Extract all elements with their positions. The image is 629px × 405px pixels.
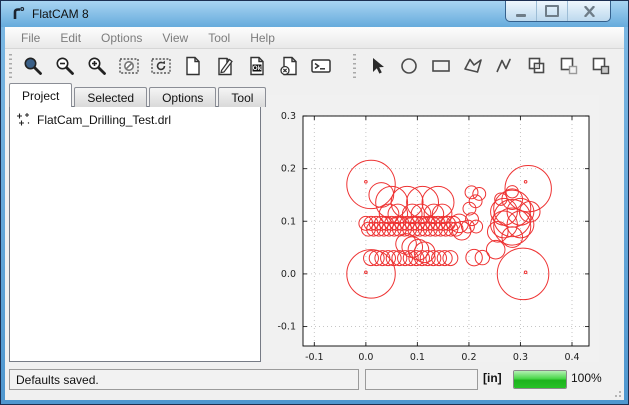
polygon-intersect-button[interactable] [587,53,614,80]
svg-text:0.1: 0.1 [410,352,425,362]
rectangle-shape-icon [430,55,452,77]
toolbar2-drag-handle[interactable] [353,54,356,78]
zoom-fit-icon [22,55,44,77]
draw-rectangle-button[interactable] [427,53,454,80]
progress-fill [514,371,566,388]
draw-circle-button[interactable] [395,53,422,80]
maximize-button[interactable] [537,1,568,21]
replot-button[interactable] [147,53,174,80]
svg-text:0.3: 0.3 [281,111,296,122]
svg-text:0.3: 0.3 [513,352,528,362]
svg-text:-0.1: -0.1 [277,322,296,333]
select-tool-button[interactable] [363,53,390,80]
terminal-icon [310,55,332,77]
svg-text:Ok: Ok [252,65,261,72]
titlebar[interactable]: FlatCAM 8 [1,1,628,27]
progress-percent: 100% [571,371,602,385]
delete-object-button[interactable] [275,53,302,80]
maximize-icon [545,5,559,17]
ok-file-icon: Ok [246,55,268,77]
menu-view[interactable]: View [152,27,198,48]
client-area: File Edit Options View Tool Help [5,27,624,400]
window-controls [505,1,611,22]
zoom-fit-button[interactable] [19,53,46,80]
polygon-subtract-button[interactable] [555,53,582,80]
close-icon [584,6,595,17]
open-project-button[interactable] [211,53,238,80]
plot-canvas[interactable]: -0.1 0.0 0.1 0.2 0.3 0.4 -0.1 0.0 0.1 0.2 0.3 [263,95,599,367]
edit-file-icon [214,55,236,77]
menu-file[interactable]: File [11,27,50,48]
save-defaults-button[interactable]: Ok [243,53,270,80]
svg-text:0.1: 0.1 [281,216,296,227]
subtract-squares-icon [558,55,580,77]
close-button[interactable] [568,1,610,21]
left-panel-tabs: Project Selected Options Tool [9,83,268,107]
toolbar: Ok [5,49,624,83]
zoom-out-icon [54,55,76,77]
svg-text:-0.1: -0.1 [305,352,324,362]
tree-item-label: FlatCam_Drilling_Test.drl [37,113,171,127]
delete-file-icon [278,55,300,77]
new-file-icon [182,55,204,77]
svg-text:0.2: 0.2 [461,352,476,362]
drill-object-icon [16,112,31,127]
plot-figure: -0.1 0.0 0.1 0.2 0.3 0.4 -0.1 0.0 0.1 0.2 0.3 [263,95,599,362]
menu-options[interactable]: Options [91,27,152,48]
svg-text:0.0: 0.0 [358,352,373,362]
window-title: FlatCAM 8 [32,7,89,21]
cursor-arrow-icon [366,55,388,77]
minimize-button[interactable] [506,1,537,21]
flatcam-window: FlatCAM 8 File Edit Options View Tool He… [0,0,629,405]
polygon-shape-icon [462,55,484,77]
status-secondary-panel [365,369,478,390]
tab-selected[interactable]: Selected [74,87,147,107]
units-label: [in] [483,371,502,385]
statusbar: Defaults saved. [in] 100% [5,364,624,400]
flatcam-logo-icon [10,6,26,22]
svg-text:0.2: 0.2 [281,164,296,175]
polygon-union-button[interactable] [523,53,550,80]
toolbar-drag-handle[interactable] [9,54,12,78]
status-message-panel: Defaults saved. [9,369,359,390]
clear-plot-icon [118,55,140,77]
menu-edit[interactable]: Edit [50,27,91,48]
union-squares-icon [526,55,548,77]
menu-help[interactable]: Help [240,27,285,48]
clear-plot-button[interactable] [115,53,142,80]
intersect-squares-icon [590,55,612,77]
replot-icon [150,55,172,77]
project-tree: FlatCam_Drilling_Test.drl [9,106,261,362]
new-project-button[interactable] [179,53,206,80]
menu-tool[interactable]: Tool [198,27,240,48]
zoom-in-button[interactable] [83,53,110,80]
tab-options[interactable]: Options [149,87,216,107]
shell-button[interactable] [307,53,334,80]
polyline-shape-icon [494,55,516,77]
status-message: Defaults saved. [16,373,99,387]
tab-tool[interactable]: Tool [218,87,266,107]
progress-bar [513,370,567,389]
resize-grip[interactable] [610,386,622,398]
draw-polyline-button[interactable] [491,53,518,80]
zoom-in-icon [86,55,108,77]
svg-text:0.0: 0.0 [281,269,296,280]
zoom-out-button[interactable] [51,53,78,80]
menubar: File Edit Options View Tool Help [5,27,624,49]
tree-item-drill-object[interactable]: FlatCam_Drilling_Test.drl [10,107,260,127]
circle-shape-icon [398,55,420,77]
minimize-icon [516,14,526,17]
draw-polygon-button[interactable] [459,53,486,80]
svg-text:0.4: 0.4 [564,352,579,362]
tab-project[interactable]: Project [9,83,72,107]
